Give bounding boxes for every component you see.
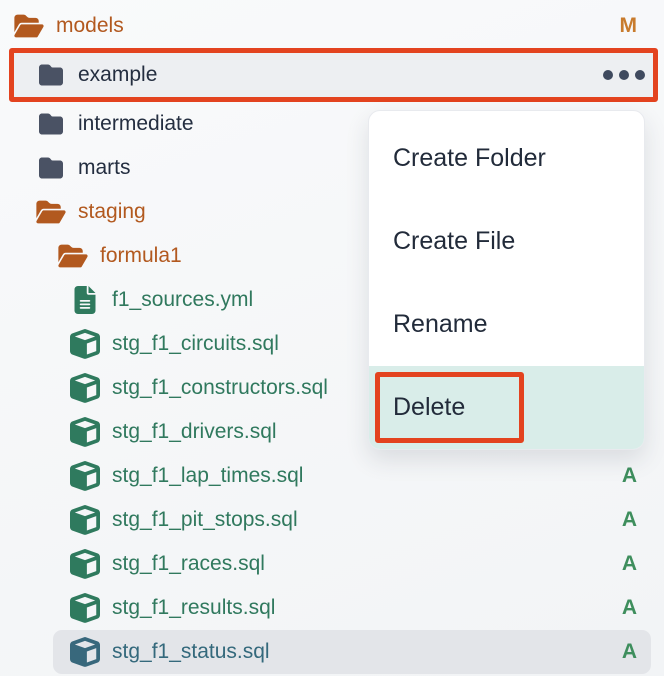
menu-item-create-folder[interactable]: Create Folder (369, 117, 644, 200)
cube-icon (68, 549, 102, 579)
menu-item-label: Create File (393, 227, 515, 256)
file-lines-icon (68, 286, 102, 314)
file-name: stg_f1_results.sql (112, 596, 275, 620)
tree-item-stg_f1_results-sql[interactable]: stg_f1_results.sql A (0, 586, 664, 630)
tree-item-stg_f1_lap_times-sql[interactable]: stg_f1_lap_times.sql A (0, 454, 664, 498)
menu-item-delete[interactable]: Delete (369, 366, 644, 449)
file-name: models (56, 14, 124, 38)
file-name: formula1 (100, 244, 182, 268)
file-explorer-panel: models M example intermediate marts stag… (0, 0, 664, 676)
tree-item-stg_f1_races-sql[interactable]: stg_f1_races.sql A (0, 542, 664, 586)
menu-item-label: Create Folder (393, 144, 546, 173)
menu-item-label: Rename (393, 310, 488, 339)
git-status-badge: A (622, 508, 664, 532)
file-name: stg_f1_races.sql (112, 552, 265, 576)
folder-open-icon (12, 13, 46, 39)
file-name: marts (78, 156, 131, 180)
tree-item-stg_f1_pit_stops-sql[interactable]: stg_f1_pit_stops.sql A (0, 498, 664, 542)
folder-icon (34, 112, 68, 136)
git-status-badge: M (620, 14, 664, 38)
annotation-box: Delete (375, 372, 524, 443)
menu-item-create-file[interactable]: Create File (369, 200, 644, 283)
file-name: stg_f1_lap_times.sql (112, 464, 303, 488)
file-name: example (78, 63, 157, 87)
folder-icon (34, 156, 68, 180)
cube-icon (68, 637, 102, 667)
file-name: intermediate (78, 112, 194, 136)
cube-icon (68, 329, 102, 359)
git-status-badge: A (622, 464, 664, 488)
cube-icon (68, 593, 102, 623)
file-name: stg_f1_circuits.sql (112, 332, 279, 356)
cube-icon (68, 505, 102, 535)
folder-icon (34, 63, 68, 87)
file-name: stg_f1_constructors.sql (112, 376, 328, 400)
tree-item-stg_f1_status-sql[interactable]: stg_f1_status.sql A (53, 630, 651, 674)
git-status-badge: A (622, 552, 664, 576)
folder-open-icon (34, 199, 68, 225)
cube-icon (68, 461, 102, 491)
menu-item-rename[interactable]: Rename (369, 283, 644, 366)
cube-icon (68, 373, 102, 403)
file-name: f1_sources.yml (112, 288, 253, 312)
git-status-badge: A (622, 596, 664, 620)
cube-icon (68, 417, 102, 447)
file-name: stg_f1_drivers.sql (112, 420, 277, 444)
folder-open-icon (56, 243, 90, 269)
context-menu: Create Folder Create File Rename Delete (368, 110, 645, 450)
tree-item-models[interactable]: models M (0, 4, 664, 48)
file-name: stg_f1_pit_stops.sql (112, 508, 298, 532)
git-status-badge: A (622, 640, 651, 664)
ellipsis-menu-icon[interactable] (603, 70, 653, 80)
file-name: staging (78, 200, 146, 224)
tree-item-example[interactable]: example (9, 48, 658, 102)
file-name: stg_f1_status.sql (112, 640, 270, 664)
menu-item-label: Delete (393, 393, 465, 422)
